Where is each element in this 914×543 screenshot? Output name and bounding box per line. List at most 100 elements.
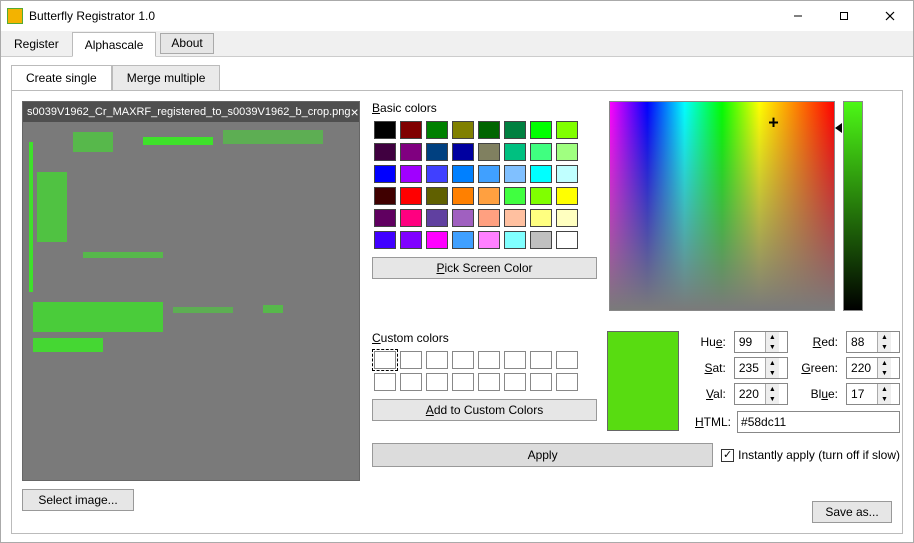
basic-color-swatch[interactable] <box>478 165 500 183</box>
spin-down-icon[interactable]: ▼ <box>766 342 779 352</box>
basic-color-swatch[interactable] <box>452 143 474 161</box>
close-button[interactable] <box>867 1 913 31</box>
apply-button[interactable]: Apply <box>372 443 713 467</box>
basic-color-swatch[interactable] <box>374 187 396 205</box>
image-preview[interactable]: s0039V1962_Cr_MAXRF_registered_to_s0039V… <box>22 101 360 481</box>
custom-swatch[interactable] <box>426 351 448 369</box>
sat-stepper[interactable]: ▲▼ <box>734 357 788 379</box>
basic-color-swatch[interactable] <box>478 231 500 249</box>
custom-swatch[interactable] <box>556 351 578 369</box>
red-stepper[interactable]: ▲▼ <box>846 331 900 353</box>
val-stepper[interactable]: ▲▼ <box>734 383 788 405</box>
subtab-create-single[interactable]: Create single <box>11 65 112 91</box>
spin-up-icon[interactable]: ▲ <box>878 332 891 342</box>
basic-color-swatch[interactable] <box>452 165 474 183</box>
basic-color-swatch[interactable] <box>426 209 448 227</box>
basic-color-swatch[interactable] <box>530 143 552 161</box>
basic-color-swatch[interactable] <box>452 209 474 227</box>
hue-input[interactable] <box>735 332 765 352</box>
spin-up-icon[interactable]: ▲ <box>766 358 779 368</box>
spin-up-icon[interactable]: ▲ <box>878 358 891 368</box>
custom-swatch[interactable] <box>478 351 500 369</box>
basic-color-swatch[interactable] <box>400 209 422 227</box>
basic-color-swatch[interactable] <box>530 231 552 249</box>
subtab-merge-multiple[interactable]: Merge multiple <box>112 65 221 91</box>
basic-color-swatch[interactable] <box>556 165 578 183</box>
basic-color-swatch[interactable] <box>530 165 552 183</box>
maximize-button[interactable] <box>821 1 867 31</box>
val-input[interactable] <box>735 384 765 404</box>
custom-swatch[interactable] <box>426 373 448 391</box>
basic-color-swatch[interactable] <box>426 143 448 161</box>
basic-color-swatch[interactable] <box>556 143 578 161</box>
custom-swatch[interactable] <box>504 351 526 369</box>
preview-close-icon[interactable]: × <box>351 104 359 120</box>
basic-color-swatch[interactable] <box>504 187 526 205</box>
spin-down-icon[interactable]: ▼ <box>766 394 779 404</box>
basic-color-swatch[interactable] <box>400 187 422 205</box>
basic-color-swatch[interactable] <box>426 231 448 249</box>
basic-color-swatch[interactable] <box>452 121 474 139</box>
blue-input[interactable] <box>847 384 877 404</box>
custom-swatch[interactable] <box>374 351 396 369</box>
spin-up-icon[interactable]: ▲ <box>766 384 779 394</box>
basic-color-swatch[interactable] <box>374 231 396 249</box>
minimize-button[interactable] <box>775 1 821 31</box>
red-input[interactable] <box>847 332 877 352</box>
basic-color-swatch[interactable] <box>556 187 578 205</box>
basic-color-swatch[interactable] <box>504 165 526 183</box>
add-to-custom-colors-button[interactable]: Add to Custom Colors <box>372 399 597 421</box>
basic-color-swatch[interactable] <box>374 121 396 139</box>
green-stepper[interactable]: ▲▼ <box>846 357 900 379</box>
spin-down-icon[interactable]: ▼ <box>878 368 891 378</box>
custom-swatch[interactable] <box>400 373 422 391</box>
basic-color-swatch[interactable] <box>374 143 396 161</box>
basic-color-swatch[interactable] <box>556 231 578 249</box>
basic-color-swatch[interactable] <box>400 165 422 183</box>
basic-color-swatch[interactable] <box>426 121 448 139</box>
basic-color-swatch[interactable] <box>478 209 500 227</box>
custom-swatch[interactable] <box>530 373 552 391</box>
basic-color-swatch[interactable] <box>530 121 552 139</box>
sat-input[interactable] <box>735 358 765 378</box>
custom-swatch[interactable] <box>478 373 500 391</box>
color-field[interactable]: + <box>609 101 835 311</box>
html-input[interactable] <box>737 411 900 433</box>
basic-color-swatch[interactable] <box>374 165 396 183</box>
basic-color-swatch[interactable] <box>530 187 552 205</box>
pick-screen-color-button[interactable]: Pick Screen Color <box>372 257 597 279</box>
custom-swatch[interactable] <box>452 351 474 369</box>
basic-color-swatch[interactable] <box>478 121 500 139</box>
basic-color-swatch[interactable] <box>556 121 578 139</box>
basic-color-swatch[interactable] <box>400 143 422 161</box>
basic-color-swatch[interactable] <box>374 209 396 227</box>
about-button[interactable]: About <box>160 33 213 54</box>
basic-color-swatch[interactable] <box>400 121 422 139</box>
basic-color-swatch[interactable] <box>530 209 552 227</box>
spin-down-icon[interactable]: ▼ <box>878 342 891 352</box>
blue-stepper[interactable]: ▲▼ <box>846 383 900 405</box>
basic-color-swatch[interactable] <box>556 209 578 227</box>
basic-color-swatch[interactable] <box>504 143 526 161</box>
basic-color-swatch[interactable] <box>426 165 448 183</box>
save-as-button[interactable]: Save as... <box>812 501 892 523</box>
basic-color-swatch[interactable] <box>452 231 474 249</box>
green-input[interactable] <box>847 358 877 378</box>
tab-register[interactable]: Register <box>1 31 72 56</box>
custom-swatch[interactable] <box>374 373 396 391</box>
basic-color-swatch[interactable] <box>504 121 526 139</box>
spin-up-icon[interactable]: ▲ <box>766 332 779 342</box>
basic-color-swatch[interactable] <box>478 187 500 205</box>
custom-swatch[interactable] <box>400 351 422 369</box>
select-image-button[interactable]: Select image... <box>22 489 134 511</box>
hue-stepper[interactable]: ▲▼ <box>734 331 788 353</box>
instant-apply-checkbox[interactable]: ✓ Instantly apply (turn off if slow) <box>721 448 900 462</box>
basic-color-swatch[interactable] <box>504 209 526 227</box>
custom-swatch[interactable] <box>504 373 526 391</box>
spin-down-icon[interactable]: ▼ <box>878 394 891 404</box>
spin-down-icon[interactable]: ▼ <box>766 368 779 378</box>
custom-swatch[interactable] <box>556 373 578 391</box>
basic-color-swatch[interactable] <box>504 231 526 249</box>
basic-color-swatch[interactable] <box>400 231 422 249</box>
value-strip[interactable] <box>843 101 863 311</box>
